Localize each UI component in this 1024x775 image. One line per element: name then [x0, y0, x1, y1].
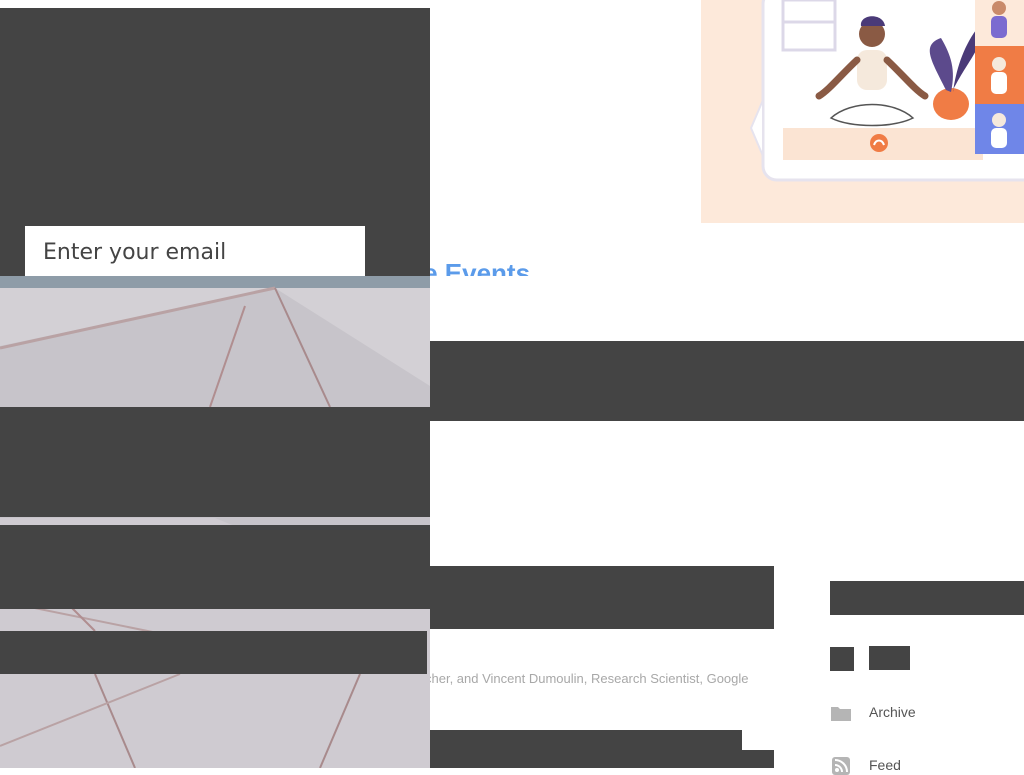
envelope-background-image [0, 276, 430, 768]
sidebar-item-label: Archive [869, 704, 916, 720]
post-title-block [430, 566, 774, 629]
sidebar-item-feed[interactable]: Feed [830, 755, 1024, 775]
post-byline: cher, and Vincent Dumoulin, Research Sci… [425, 671, 749, 686]
sidebar-small-icon[interactable] [830, 647, 854, 671]
sidebar-item-label: Feed [869, 757, 901, 773]
sidebar-item-archive[interactable]: Archive [830, 703, 1024, 723]
overlay-text-block [0, 407, 430, 517]
email-input[interactable] [25, 226, 365, 278]
content-header-band [430, 341, 1024, 421]
overlay-subscribe-bar[interactable] [0, 631, 427, 674]
sidebar-small-label[interactable] [869, 646, 910, 670]
overlay-text-block [0, 525, 430, 609]
rss-feed-icon [832, 757, 850, 775]
post-body-block [430, 730, 742, 768]
sidebar-heading [830, 581, 1024, 615]
post-body-block-tail [742, 750, 774, 768]
video-meditation-illustration [701, 0, 1024, 223]
hero-illustration [701, 0, 1024, 223]
envelope-pattern [0, 276, 430, 768]
folder-icon [831, 707, 851, 721]
